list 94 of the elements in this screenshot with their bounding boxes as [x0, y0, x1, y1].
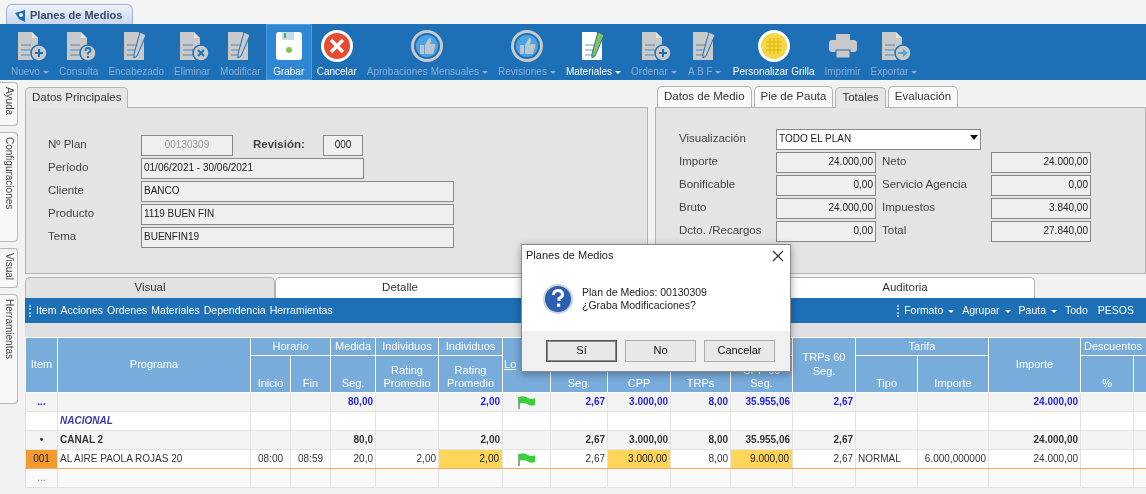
- close-icon: [772, 250, 784, 262]
- column-header: Programa: [57, 337, 251, 393]
- side-tab[interactable]: Herramientas: [0, 294, 18, 404]
- column-group-header: Medida: [330, 337, 376, 356]
- input-field[interactable]: BANCO: [141, 180, 454, 202]
- dialog-message: Plan de Medios: 00130309: [582, 286, 707, 299]
- field-label: Bonificable: [679, 178, 737, 193]
- field-label: Nº Plan: [48, 138, 88, 153]
- field-label: Total: [881, 224, 908, 239]
- select-field[interactable]: TODO EL PLAN: [776, 128, 981, 150]
- dialog-button[interactable]: No: [625, 340, 696, 362]
- field-label: Importe: [679, 155, 719, 170]
- menu-item[interactable]: Materiales: [149, 304, 202, 317]
- app-tab[interactable]: Planes de Medios: [6, 4, 134, 24]
- column-header: Importe: [988, 337, 1081, 393]
- panel-tab[interactable]: Datos de Medio: [657, 86, 752, 107]
- input-field[interactable]: 27.840,00: [991, 220, 1091, 242]
- field-label: Neto: [881, 155, 908, 170]
- column-header: Tipo: [855, 355, 918, 393]
- menu-item[interactable]: Ordenes: [105, 304, 150, 317]
- dialog-button[interactable]: Sí: [546, 340, 617, 362]
- dialog-message: ¿Graba Modificaciones?: [582, 299, 697, 312]
- menu-item[interactable]: Agrupar: [960, 304, 1017, 317]
- field-label: Período: [48, 161, 90, 176]
- field-label: Cliente: [48, 184, 85, 199]
- column-header: Importe: [917, 355, 989, 393]
- column-header: Seg.: [330, 355, 376, 393]
- side-tab[interactable]: Configuraciones: [0, 132, 18, 242]
- menu-item[interactable]: Todo: [1063, 304, 1090, 317]
- input-field[interactable]: 000: [323, 134, 363, 156]
- flag-icon: [515, 451, 538, 467]
- side-tab[interactable]: Ayuda: [0, 82, 18, 126]
- input-field[interactable]: 24.000,00: [776, 151, 876, 173]
- input-field[interactable]: 0,00: [776, 174, 876, 196]
- cancel-icon: [318, 28, 355, 64]
- input-field[interactable]: 3.840,00: [991, 197, 1091, 219]
- input-field[interactable]: 01/06/2021 - 30/06/2021: [141, 157, 364, 179]
- column-header: Item: [25, 337, 58, 393]
- field-label: Servicio Agencia: [881, 178, 969, 193]
- input-field[interactable]: 24.000,00: [776, 197, 876, 219]
- dialog-button[interactable]: Cancelar: [704, 340, 775, 362]
- question-icon: [542, 283, 574, 315]
- input-field[interactable]: 0,00: [991, 174, 1091, 196]
- menu-item[interactable]: Item: [34, 304, 59, 317]
- menu-item[interactable]: Pauta: [1016, 304, 1064, 317]
- flag-icon: [515, 394, 538, 410]
- toolbar-button[interactable]: Grabar: [265, 24, 312, 80]
- column-group-header: Horario: [250, 337, 331, 356]
- menu-item[interactable]: Formato: [902, 304, 961, 317]
- side-tab[interactable]: Visual: [0, 248, 18, 288]
- logo-icon: [13, 8, 27, 23]
- toolbar-button[interactable]: Cancelar: [311, 24, 362, 80]
- close-button[interactable]: [772, 250, 784, 262]
- panel-tab[interactable]: Evaluación: [887, 86, 959, 107]
- menu-item[interactable]: Herramientas: [267, 304, 335, 317]
- input-field[interactable]: 24.000,00: [991, 151, 1091, 173]
- table-cell: 2,00: [439, 450, 502, 468]
- column-header: Rating Promedio: [438, 355, 503, 393]
- column-header: Inicio: [250, 355, 291, 393]
- field-label: Dcto. /Recargos: [679, 224, 763, 239]
- table-cell: 001: [26, 450, 57, 468]
- input-field[interactable]: 1119 BUEN FIN: [141, 203, 454, 225]
- toolbar-button[interactable]: Personalizar Grilla: [727, 24, 820, 80]
- column-header: Fin: [290, 355, 331, 393]
- column-group-header: Individuos: [438, 337, 503, 356]
- menu-item[interactable]: Dependencia: [201, 304, 268, 317]
- menu-item[interactable]: Acciones: [58, 304, 106, 317]
- menu-item[interactable]: PESOS: [1095, 304, 1136, 317]
- column-header: %: [1080, 355, 1134, 393]
- field-label: Producto: [48, 207, 96, 222]
- panel-tab[interactable]: Totales: [835, 87, 886, 108]
- column-group-header: Descuentos: [1080, 337, 1146, 356]
- grid-tab[interactable]: Visual: [25, 277, 275, 298]
- table-cell: 3.000,00: [608, 450, 670, 468]
- table-cell: 9.000,00: [731, 450, 792, 468]
- input-field[interactable]: BUENFIN19: [141, 226, 454, 248]
- dialog-title: Planes de Medios: [526, 249, 614, 263]
- thumbs-up-icon: [409, 28, 446, 64]
- column-group-header: Tarifa: [855, 337, 989, 356]
- panel-tab[interactable]: Datos Principales: [25, 87, 129, 108]
- toolbar-button[interactable]: Materiales: [560, 24, 627, 80]
- field-label: Visualización: [679, 132, 747, 147]
- column-group-header: Individuos: [375, 337, 439, 356]
- caret-icon: [970, 132, 978, 141]
- panel-tab[interactable]: Pie de Pauta: [753, 86, 834, 107]
- grid-icon: [755, 28, 792, 64]
- column-header: TRPs 60 Seg.: [792, 337, 856, 393]
- field-label: Impuestos: [881, 201, 937, 216]
- field-label: Revisión:: [253, 138, 306, 153]
- column-header: Rating Promedio: [375, 355, 439, 393]
- field-label: Tema: [48, 230, 78, 245]
- thumbs-up-icon: [508, 28, 545, 64]
- field-label: Bruto: [679, 201, 708, 216]
- input-field[interactable]: 0,00: [776, 220, 876, 242]
